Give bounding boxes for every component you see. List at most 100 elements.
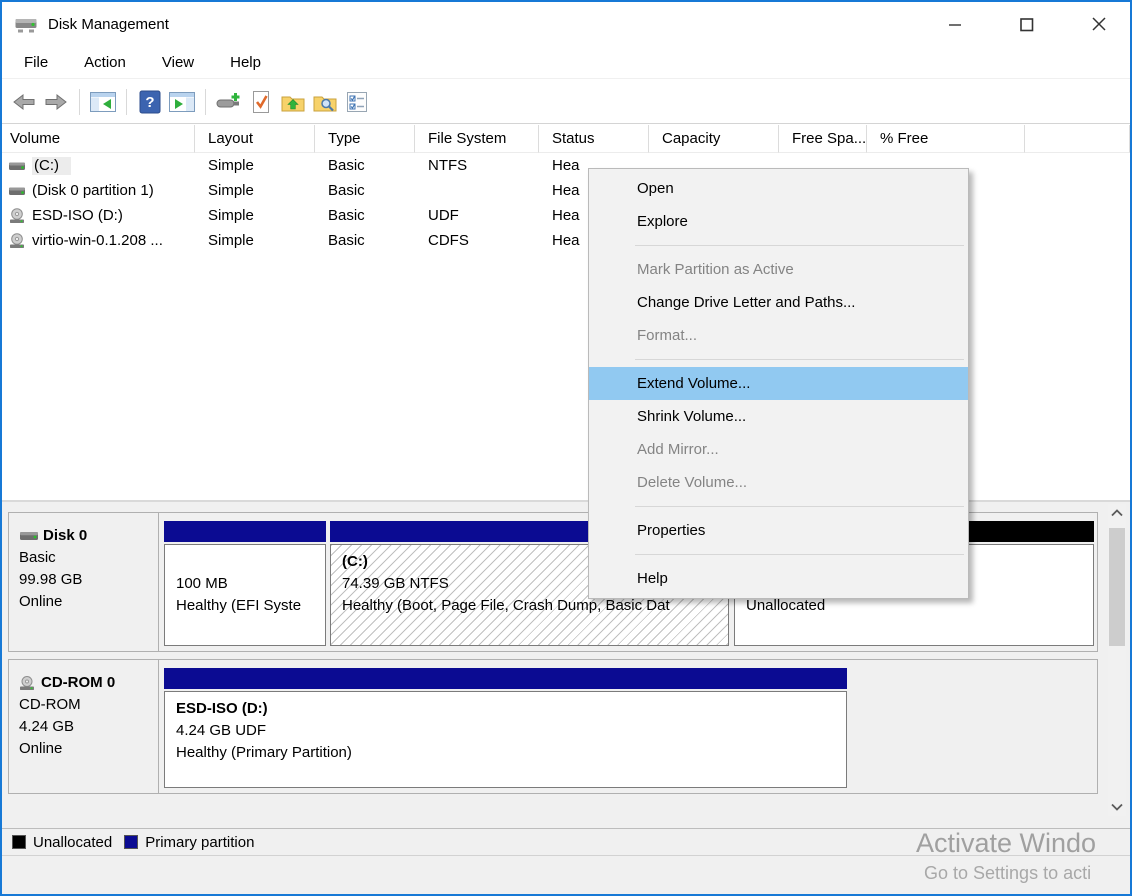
volume-name: ESD-ISO (D:): [32, 207, 123, 224]
scroll-up-button[interactable]: [1108, 504, 1126, 522]
help-button[interactable]: ?: [135, 87, 165, 117]
menu-separator: [635, 506, 964, 507]
column-header-free-space[interactable]: Free Spa...: [779, 125, 867, 153]
menu-item-explore[interactable]: Explore: [589, 205, 968, 238]
type-value: Basic: [315, 182, 415, 199]
disk-name: CD-ROM 0: [41, 672, 115, 694]
menu-view[interactable]: View: [158, 51, 198, 74]
maximize-icon: [1020, 18, 1034, 32]
show-console-tree-button[interactable]: [88, 87, 118, 117]
partition-color-bar: [164, 668, 847, 689]
menu-bar: File Action View Help: [2, 47, 1130, 79]
column-header-percent-free[interactable]: % Free: [867, 125, 1025, 153]
menu-item-change-drive-letter[interactable]: Change Drive Letter and Paths...: [589, 286, 968, 319]
close-button[interactable]: [1086, 12, 1112, 38]
menu-item-extend-volume[interactable]: Extend Volume...: [589, 367, 968, 400]
vertical-scrollbar[interactable]: [1108, 504, 1126, 816]
close-icon: [1092, 17, 1107, 32]
column-header-file-system[interactable]: File System: [415, 125, 539, 153]
menu-item-mark-partition-active: Mark Partition as Active: [589, 253, 968, 286]
minimize-icon: [949, 18, 962, 31]
help-icon: ?: [139, 90, 161, 114]
scroll-down-button[interactable]: [1108, 798, 1126, 816]
partition-status: Healthy (EFI Syste: [176, 595, 325, 617]
checklist-icon: [346, 91, 368, 113]
disk-kind: Basic: [19, 547, 152, 569]
column-header-type[interactable]: Type: [315, 125, 415, 153]
svg-text:?: ?: [145, 94, 154, 111]
rescan-device-icon: [216, 91, 242, 113]
toolbar: ?: [2, 80, 1130, 124]
volume-name: (Disk 0 partition 1): [32, 182, 154, 199]
type-value: Basic: [315, 207, 415, 224]
checklist-button[interactable]: [342, 87, 372, 117]
layout-value: Simple: [195, 182, 315, 199]
menu-separator: [635, 245, 964, 246]
menu-help[interactable]: Help: [226, 51, 265, 74]
file-system-value: UDF: [415, 207, 539, 224]
check-document-icon: [251, 90, 271, 114]
menu-item-properties[interactable]: Properties: [589, 514, 968, 547]
column-header-volume[interactable]: Volume: [2, 125, 195, 153]
action-pane-window-icon: [169, 92, 195, 112]
console-tree-window-icon: [90, 92, 116, 112]
cd-drive-icon: [8, 208, 26, 224]
disk-0-label[interactable]: Disk 0 Basic 99.98 GB Online: [9, 513, 159, 651]
column-header-capacity[interactable]: Capacity: [649, 125, 779, 153]
type-value: Basic: [315, 157, 415, 174]
toolbar-separator: [126, 89, 127, 115]
type-value: Basic: [315, 232, 415, 249]
back-button[interactable]: [9, 87, 39, 117]
partition-esd-iso[interactable]: ESD-ISO (D:) 4.24 GB UDF Healthy (Primar…: [164, 668, 847, 788]
column-header-status[interactable]: Status: [539, 125, 649, 153]
disk-status: Online: [19, 738, 152, 760]
menu-item-open[interactable]: Open: [589, 172, 968, 205]
disk-size: 99.98 GB: [19, 569, 152, 591]
drive-icon: [19, 530, 39, 542]
menu-separator: [635, 359, 964, 360]
cd-drive-icon: [19, 676, 37, 691]
folder-up-button[interactable]: [278, 87, 308, 117]
chevron-up-icon: [1111, 509, 1123, 517]
column-header-layout[interactable]: Layout: [195, 125, 315, 153]
menu-separator: [635, 554, 964, 555]
cdrom-0-label[interactable]: CD-ROM 0 CD-ROM 4.24 GB Online: [9, 660, 159, 793]
primary-partition-swatch: [124, 835, 138, 849]
partition-efi-system[interactable]: 100 MB Healthy (EFI Syste: [164, 521, 326, 646]
minimize-button[interactable]: [942, 12, 968, 38]
disk-management-window: Disk Management File Action View Help: [0, 0, 1132, 896]
folder-search-button[interactable]: [310, 87, 340, 117]
chevron-down-icon: [1111, 803, 1123, 811]
menu-file[interactable]: File: [20, 51, 52, 74]
disk-status: Online: [19, 591, 152, 613]
cd-drive-icon: [8, 233, 26, 249]
disk-size: 4.24 GB: [19, 716, 152, 738]
menu-item-format: Format...: [589, 319, 968, 352]
forward-button[interactable]: [41, 87, 71, 117]
maximize-button[interactable]: [1014, 12, 1040, 38]
legend-unallocated: Unallocated: [12, 834, 112, 851]
menu-item-delete-volume: Delete Volume...: [589, 466, 968, 499]
back-arrow-icon: [12, 92, 36, 112]
check-document-button[interactable]: [246, 87, 276, 117]
menu-item-shrink-volume[interactable]: Shrink Volume...: [589, 400, 968, 433]
show-action-pane-button[interactable]: [167, 87, 197, 117]
layout-value: Simple: [195, 157, 315, 174]
toolbar-separator: [205, 89, 206, 115]
partition-color-bar: [164, 521, 326, 542]
folder-search-icon: [313, 92, 337, 112]
partition-size: 4.24 GB UDF: [176, 720, 846, 742]
volume-name: (C:): [32, 157, 71, 175]
file-system-value: NTFS: [415, 157, 539, 174]
menu-item-help[interactable]: Help: [589, 562, 968, 595]
menu-item-add-mirror: Add Mirror...: [589, 433, 968, 466]
file-system-value: CDFS: [415, 232, 539, 249]
column-header-empty: [1025, 125, 1130, 153]
window-title: Disk Management: [48, 16, 169, 33]
menu-action[interactable]: Action: [80, 51, 130, 74]
forward-arrow-icon: [44, 92, 68, 112]
rescan-device-button[interactable]: [214, 87, 244, 117]
drive-icon: [8, 159, 26, 173]
scrollbar-thumb[interactable]: [1109, 528, 1125, 646]
partition-status: Healthy (Primary Partition): [176, 742, 846, 764]
